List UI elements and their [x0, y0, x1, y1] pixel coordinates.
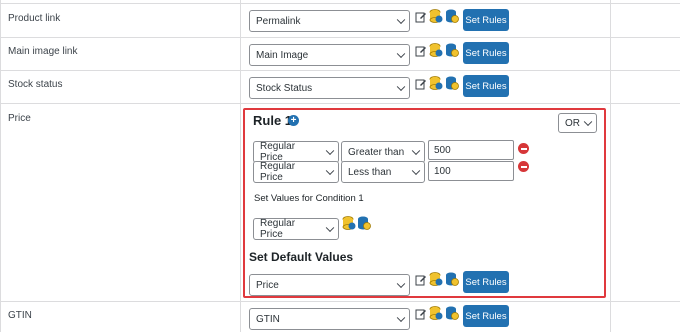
set-rules-button[interactable]: Set Rules — [463, 305, 509, 327]
chevron-down-icon — [396, 313, 406, 323]
chevron-down-icon — [411, 166, 421, 176]
condition-operator-select[interactable]: Less than — [341, 161, 425, 183]
chevron-down-icon — [583, 117, 593, 127]
product-link-select[interactable]: Permalink — [249, 10, 410, 32]
rule-title: Rule 1 — [253, 113, 293, 128]
chevron-down-icon — [325, 223, 335, 233]
database-add-icon[interactable] — [429, 8, 443, 24]
condition-attribute-select[interactable]: Regular Price — [253, 161, 339, 183]
condition-value-input[interactable]: 500 — [428, 140, 514, 160]
database-add-icon[interactable] — [429, 75, 443, 91]
table-column-divider — [610, 0, 611, 332]
edit-pencil-icon[interactable] — [415, 45, 427, 57]
edit-pencil-icon[interactable] — [415, 308, 427, 320]
table-column-divider — [240, 0, 241, 332]
set-rules-button[interactable]: Set Rules — [463, 9, 509, 31]
chevron-down-icon — [325, 146, 335, 156]
field-label-product-link: Product link — [8, 13, 61, 24]
table-border-left — [0, 0, 1, 332]
chevron-down-icon — [411, 146, 421, 156]
condition-value-input[interactable]: 100 — [428, 161, 514, 181]
chevron-down-icon — [396, 49, 406, 59]
edit-pencil-icon[interactable] — [415, 78, 427, 90]
select-value: Less than — [348, 166, 392, 178]
database-add-icon[interactable] — [429, 42, 443, 58]
select-value: GTIN — [256, 313, 280, 325]
set-rules-button[interactable]: Set Rules — [463, 75, 509, 97]
database-settings-icon[interactable] — [445, 75, 459, 91]
database-add-icon[interactable] — [342, 215, 356, 231]
set-values-select[interactable]: Regular Price — [253, 218, 339, 240]
select-value: Stock Status — [256, 82, 313, 94]
field-label-price: Price — [8, 113, 31, 124]
select-value: Regular Price — [260, 161, 296, 183]
field-label-stock-status: Stock status — [8, 79, 63, 90]
default-value-select[interactable]: Price — [249, 274, 410, 296]
rule-logic-select[interactable]: OR — [558, 113, 597, 133]
select-value: Regular Price — [260, 141, 296, 163]
database-add-icon[interactable] — [429, 305, 443, 321]
select-value: Greater than — [348, 146, 405, 158]
minus-circle-icon[interactable] — [518, 143, 529, 154]
chevron-down-icon — [396, 82, 406, 92]
field-label-main-image-link: Main image link — [8, 46, 78, 57]
select-value: Price — [256, 279, 279, 291]
select-value: Regular Price — [260, 218, 296, 240]
set-rules-button[interactable]: Set Rules — [463, 42, 509, 64]
condition-operator-select[interactable]: Greater than — [341, 141, 425, 163]
set-values-heading: Set Values for Condition 1 — [254, 193, 364, 204]
condition-attribute-select[interactable]: Regular Price — [253, 141, 339, 163]
gtin-select[interactable]: GTIN — [249, 308, 410, 330]
row-divider — [0, 70, 680, 71]
edit-pencil-icon[interactable] — [415, 274, 427, 286]
set-rules-button[interactable]: Set Rules — [463, 271, 509, 293]
plus-circle-icon[interactable]: + — [288, 115, 299, 126]
edit-pencil-icon[interactable] — [415, 11, 427, 23]
row-divider — [0, 103, 680, 104]
select-value: Permalink — [256, 15, 301, 27]
database-settings-icon[interactable] — [445, 305, 459, 321]
minus-circle-icon[interactable] — [518, 161, 529, 172]
default-values-heading: Set Default Values — [249, 250, 354, 264]
chevron-down-icon — [396, 15, 406, 25]
main-image-link-select[interactable]: Main Image — [249, 44, 410, 66]
select-value: Main Image — [256, 49, 309, 61]
row-divider — [0, 37, 680, 38]
database-settings-icon[interactable] — [445, 271, 459, 287]
database-settings-icon[interactable] — [357, 215, 371, 231]
database-add-icon[interactable] — [429, 271, 443, 287]
database-settings-icon[interactable] — [445, 8, 459, 24]
database-settings-icon[interactable] — [445, 42, 459, 58]
stock-status-select[interactable]: Stock Status — [249, 77, 410, 99]
field-label-gtin: GTIN — [8, 310, 32, 321]
row-divider — [0, 3, 680, 4]
chevron-down-icon — [396, 279, 406, 289]
row-divider — [0, 301, 680, 302]
select-value: OR — [565, 117, 580, 129]
chevron-down-icon — [325, 166, 335, 176]
attribute-mapping-table: Product link Permalink Set Rules Main im… — [0, 0, 680, 332]
